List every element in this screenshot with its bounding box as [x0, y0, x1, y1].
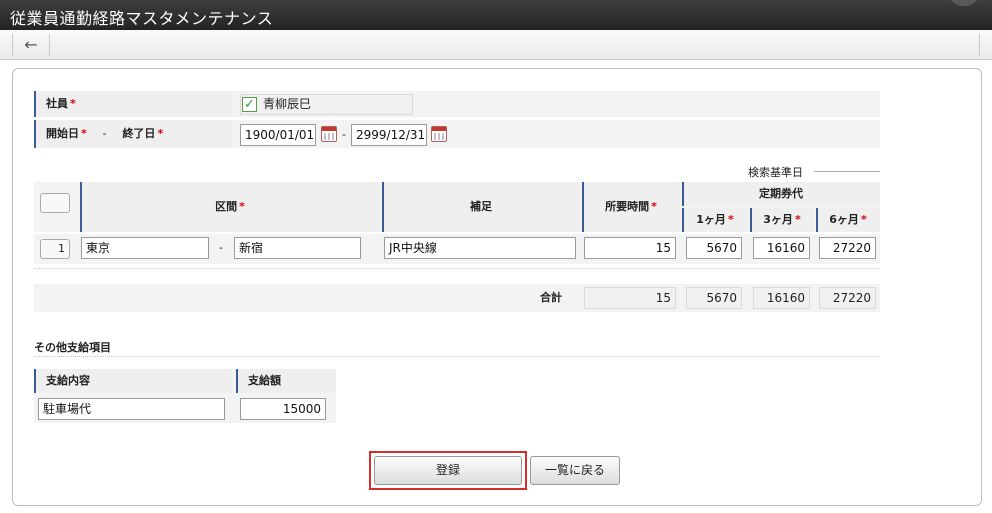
row-number[interactable]: 1 — [40, 239, 70, 259]
other-amount-input[interactable]: 15000 — [240, 398, 326, 420]
total-3month: 16160 — [753, 287, 810, 309]
window-titlebar: 従業員通勤経路マスタメンテナンス — [0, 0, 992, 30]
route-from-input[interactable]: 東京 — [81, 237, 209, 259]
window-corner-button[interactable] — [950, 0, 978, 6]
route-header-1month: 1ヶ月 * — [682, 208, 748, 232]
pass-6month-input[interactable]: 27220 — [819, 237, 876, 259]
route-header-time: 所要時間 * — [582, 182, 680, 232]
total-label: 合計 — [540, 291, 562, 304]
toolbar: ← — [0, 30, 992, 60]
calendar-icon[interactable] — [431, 126, 447, 142]
other-header-amount: 支給額 — [236, 369, 336, 393]
window-title: 従業員通勤経路マスタメンテナンス — [10, 9, 274, 28]
back-button[interactable]: ← — [12, 34, 50, 56]
total-1month: 5670 — [686, 287, 742, 309]
other-content-input[interactable]: 駐車場代 — [38, 398, 225, 420]
route-time-input[interactable]: 15 — [584, 237, 676, 259]
route-header-note: 補足 — [382, 182, 580, 232]
route-header-pass-group: 定期券代 — [682, 182, 880, 206]
route-header-6month: 6ヶ月 * — [816, 208, 880, 232]
calendar-icon[interactable] — [321, 126, 337, 142]
register-button[interactable]: 登録 — [374, 456, 522, 485]
arrow-left-icon: ← — [24, 35, 38, 54]
end-date-input[interactable]: 2999/12/31 — [351, 124, 427, 146]
route-header-section: 区間 * — [80, 182, 380, 232]
search-base-date-label: 検索基準日 — [748, 166, 803, 179]
date-range-separator: - — [342, 128, 346, 141]
start-date-input[interactable]: 1900/01/01 — [240, 124, 316, 146]
row-divider — [34, 268, 880, 269]
pass-1month-input[interactable]: 5670 — [686, 237, 742, 259]
period-label: 開始日 * - 終了日 * — [34, 120, 232, 148]
employee-field: 青柳辰巳 — [240, 94, 413, 115]
back-to-list-button[interactable]: 一覧に戻る — [530, 456, 620, 485]
checkmark-icon[interactable]: ✓ — [242, 97, 257, 112]
route-note-input[interactable]: JR中央線 — [384, 237, 576, 259]
label-bar — [34, 120, 36, 148]
pass-3month-input[interactable]: 16160 — [753, 237, 810, 259]
label-bar — [34, 91, 36, 117]
other-header-content: 支給内容 — [34, 369, 232, 393]
section-divider — [34, 356, 880, 357]
route-header-3month: 3ヶ月 * — [750, 208, 814, 232]
other-section-title: その他支給項目 — [34, 341, 111, 354]
select-all-checkbox[interactable] — [40, 193, 70, 213]
route-to-input[interactable]: 新宿 — [234, 237, 361, 259]
total-6month: 27220 — [819, 287, 876, 309]
total-time: 15 — [584, 287, 676, 309]
search-base-date-line — [814, 171, 880, 172]
employee-label: 社員 * — [34, 91, 232, 117]
route-dash: - — [219, 241, 223, 254]
toolbar-divider — [979, 34, 980, 56]
